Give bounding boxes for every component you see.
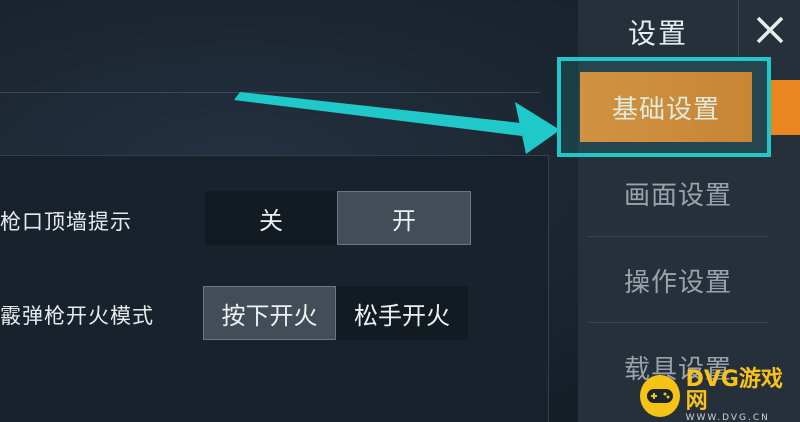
highlight-frame: [557, 57, 771, 157]
close-button[interactable]: [738, 0, 800, 60]
option-off-button[interactable]: 关: [205, 191, 337, 245]
pointer-arrow-icon: [234, 92, 560, 154]
menu-divider: [588, 322, 768, 323]
sidebar-item-graphics-settings[interactable]: 画面设置: [578, 158, 778, 228]
watermark-url: WWW.DVG.CN: [685, 412, 770, 422]
option-release-to-fire-button[interactable]: 松手开火: [336, 286, 468, 340]
gamepad-logo-icon: [640, 375, 680, 417]
sidebar-item-control-settings[interactable]: 操作设置: [578, 245, 778, 315]
sidebar-title: 设置: [628, 17, 689, 50]
shotgun-fire-mode-toggle: 按下开火 松手开火: [203, 286, 468, 340]
setting-label-shotgun-fire-mode: 霰弹枪开火模式: [0, 304, 154, 328]
option-on-button[interactable]: 开: [337, 191, 471, 245]
setting-label-muzzle-wall-hint: 枪口顶墙提示: [0, 210, 132, 234]
watermark: DVG游戏网 WWW.DVG.CN: [640, 366, 798, 422]
muzzle-wall-hint-toggle: 关 开: [205, 191, 471, 245]
menu-divider: [588, 236, 768, 237]
watermark-brand: DVG游戏网: [685, 366, 783, 414]
active-item-edge: [770, 80, 800, 135]
close-icon: [756, 16, 784, 44]
settings-screen: 枪口顶墙提示 关 开 霰弹枪开火模式 按下开火 松手开火 设置 基础设置 画面设…: [0, 0, 800, 422]
option-press-to-fire-button[interactable]: 按下开火: [203, 286, 336, 340]
